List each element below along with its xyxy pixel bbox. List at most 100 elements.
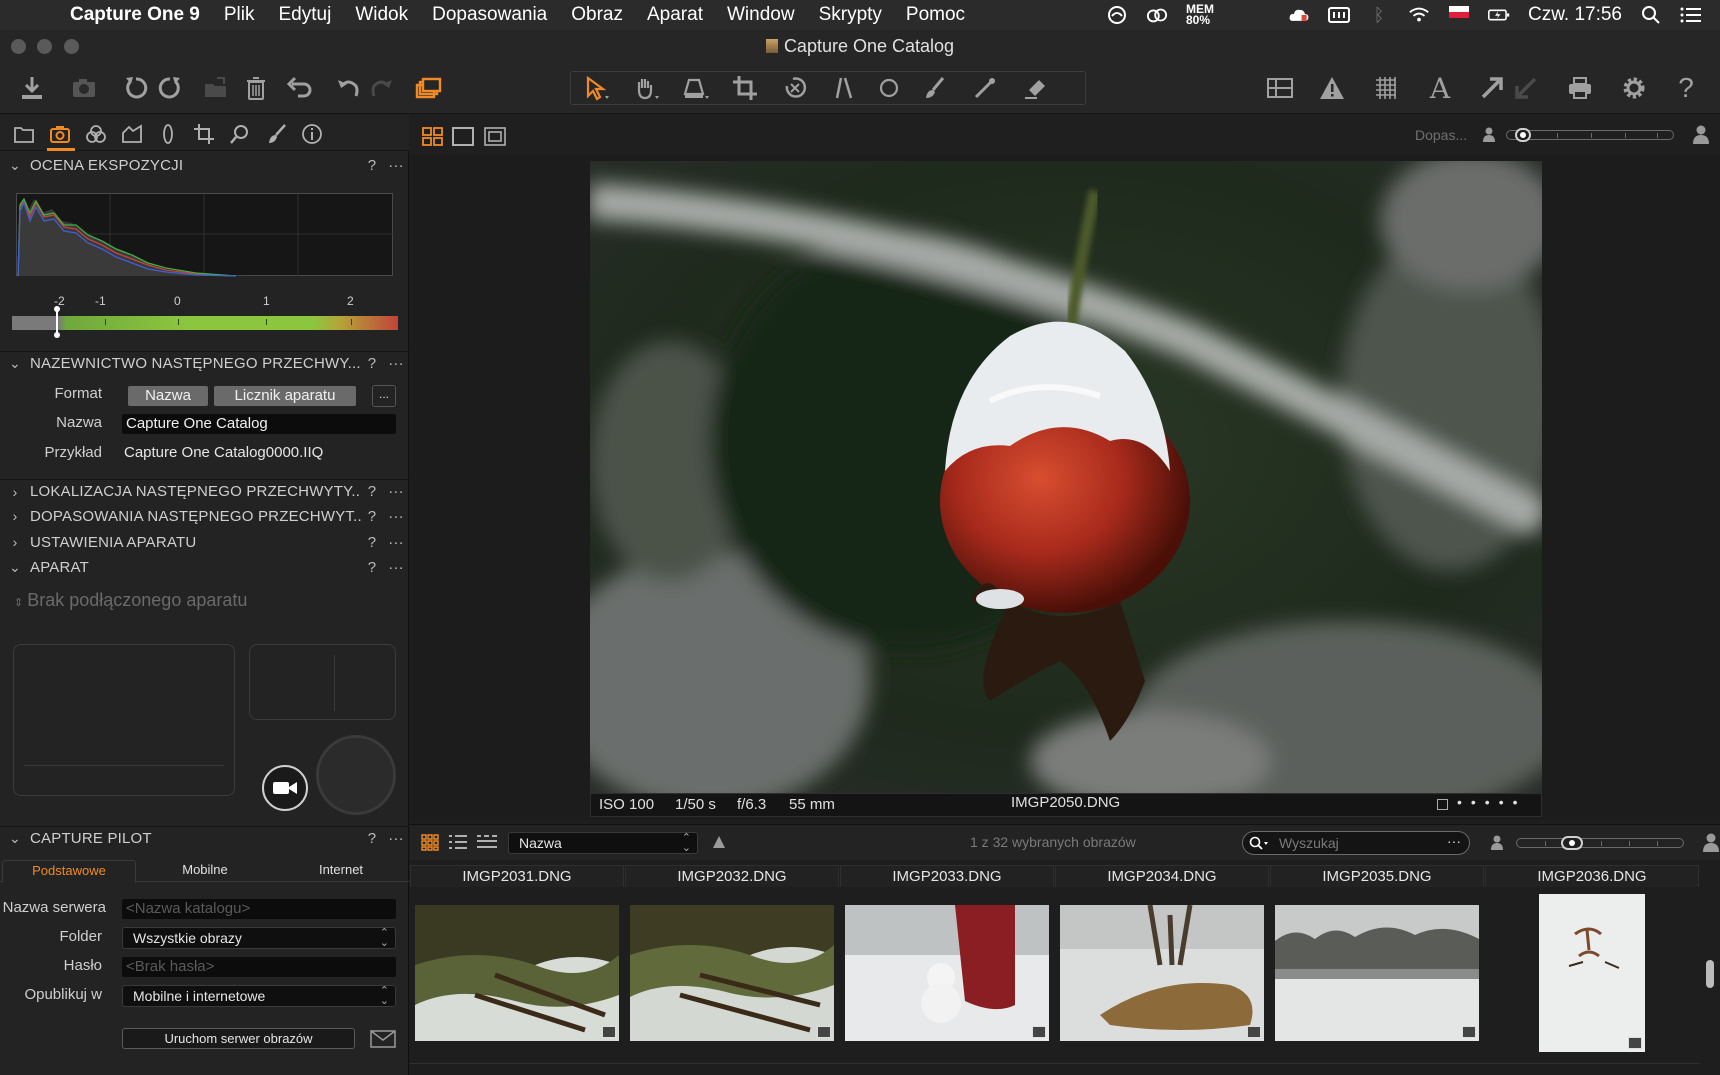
thumbnail-image[interactable] [1539,894,1645,1052]
composition-tab-icon[interactable] [192,122,216,146]
import-icon[interactable] [14,70,50,106]
slider-handle[interactable] [1561,836,1583,850]
sort-direction-icon[interactable] [712,835,726,854]
help-icon[interactable]: ? [361,534,383,551]
library-tab-icon[interactable] [12,122,36,146]
lens-tab-icon[interactable] [156,122,180,146]
help-icon[interactable]: ? [361,355,383,372]
capture-button[interactable] [316,735,396,815]
redo-icon[interactable] [364,70,400,106]
memory-indicator[interactable]: MEM 80% [1186,3,1222,26]
cloud-upload-icon[interactable] [1288,6,1310,24]
bluetooth-icon[interactable]: ᛒ [1368,5,1390,25]
menu-item-pomoc[interactable]: Pomoc [894,4,977,26]
select-checkbox[interactable] [1437,799,1448,810]
publish-select[interactable]: Mobilne i internetowe ⌃ ⌄ [122,985,396,1007]
more-options-icon[interactable]: ··· [383,355,409,372]
capture-pilot-header[interactable]: ⌄ CAPTURE PILOT ? ··· [0,826,409,850]
email-icon[interactable] [370,1030,396,1048]
input-language-flag-icon[interactable] [1448,6,1470,24]
wifi-icon[interactable] [1408,6,1430,24]
more-options-icon[interactable]: ··· [383,157,409,174]
text-icon[interactable]: A [1422,70,1458,106]
export-disabled-icon[interactable] [1508,70,1544,106]
notification-center-icon[interactable] [1680,6,1702,24]
chevron-right-icon[interactable]: › [0,484,30,500]
server-name-input[interactable]: <Nazwa katalogu> [122,899,396,919]
thumbnail-image[interactable] [415,905,619,1041]
main-photo[interactable] [590,161,1542,793]
naming-section-header[interactable]: ⌄ NAZEWNICTWO NASTĘPNEGO PRZECHWY... ? ·… [0,351,409,375]
help-icon[interactable]: ? [361,157,383,174]
search-options-icon[interactable]: ··· [1447,833,1461,849]
menu-app-name[interactable]: Capture One 9 [58,4,212,26]
sort-select[interactable]: Nazwa ⌃ ⌄ [508,832,698,854]
exposure-evaluation-header[interactable]: ⌄ OCENA EKSPOZYCJI ? ··· [0,153,409,177]
thumbnail-view-icon[interactable] [420,833,440,856]
proof-view-icon[interactable] [484,127,506,147]
start-server-button[interactable]: Uruchom serwer obrazów [122,1028,355,1049]
grid-layout-icon[interactable] [422,127,444,147]
filmstrip-view-icon[interactable] [476,833,498,856]
chevron-down-icon[interactable]: ⌄ [0,157,30,174]
loupe-icon[interactable] [677,70,713,106]
folder-select[interactable]: Wszystkie obrazy ⌃ ⌄ [122,927,396,949]
menu-item-obraz[interactable]: Obraz [559,4,635,26]
search-field[interactable]: Wyszukaj ··· [1242,831,1470,855]
more-options-icon[interactable]: ··· [383,534,409,551]
chevron-right-icon[interactable]: › [0,508,30,524]
rating-dots[interactable]: ••••• [1457,794,1527,810]
menubar-clock[interactable]: Czw. 17:56 [1528,4,1622,26]
chevron-down-icon[interactable]: ⌄ [0,830,30,847]
help-icon[interactable]: ? [1668,70,1704,106]
menu-item-skrypty[interactable]: Skrypty [807,4,894,26]
format-more-button[interactable]: ... [372,385,396,407]
thumbnail-size-slider[interactable] [1516,836,1684,850]
trash-icon[interactable] [238,70,274,106]
rotate-left-icon[interactable] [118,70,154,106]
help-icon[interactable]: ? [361,483,383,500]
sync-status-icon[interactable] [1106,6,1128,24]
warning-icon[interactable] [1314,70,1350,106]
more-options-icon[interactable]: ··· [383,830,409,847]
grid-view-icon[interactable] [1262,70,1298,106]
color-tab-icon[interactable] [84,122,108,146]
menu-item-dopasowania[interactable]: Dopasowania [420,4,559,26]
picker-icon[interactable] [967,70,1003,106]
video-mode-button[interactable] [262,765,308,811]
menu-item-window[interactable]: Window [715,4,807,26]
folder-move-icon[interactable] [198,70,234,106]
help-icon[interactable]: ? [361,830,383,847]
variants-icon[interactable] [410,70,446,106]
more-options-icon[interactable]: ··· [383,483,409,500]
help-icon[interactable]: ? [361,508,383,525]
camera-section-header[interactable]: ⌄ APARAT ? ··· [0,555,409,579]
spot-icon[interactable] [871,70,907,106]
settings-icon[interactable] [1616,70,1652,106]
details-tab-icon[interactable] [228,122,252,146]
menu-item-widok[interactable]: Widok [343,4,420,26]
chevron-down-icon[interactable]: ⌄ [0,355,30,372]
rotate-tool-icon[interactable] [777,70,813,106]
keystone-icon[interactable] [827,70,863,106]
password-input[interactable]: <Brak hasła> [122,957,396,977]
camera-settings-header[interactable]: › USTAWIENIA APARATU ? ··· [0,530,409,554]
thumbnail-image[interactable] [1275,905,1479,1041]
more-options-icon[interactable]: ··· [383,559,409,576]
capture-tab-icon[interactable] [48,122,72,146]
crop-icon[interactable] [727,70,763,106]
rotate-right-icon[interactable] [152,70,188,106]
name-input[interactable]: Capture One Catalog [122,414,396,434]
tab-internet[interactable]: Internet [276,860,406,880]
undo-all-icon[interactable] [282,70,318,106]
capture-location-header[interactable]: › LOKALIZACJA NASTĘPNEGO PRZECHWYTY... ?… [0,479,409,503]
menu-item-plik[interactable]: Plik [212,4,267,26]
battery-icon[interactable] [1488,6,1510,24]
print-icon[interactable] [1562,70,1598,106]
format-token-name[interactable]: Nazwa [128,386,208,406]
brush-icon[interactable] [917,70,953,106]
thumbnail-image[interactable] [1060,905,1264,1041]
chevron-down-icon[interactable]: ⌄ [0,559,30,576]
camera-icon[interactable] [66,70,102,106]
next-capture-adjustments-header[interactable]: › DOPASOWANIA NASTĘPNEGO PRZECHWYT... ? … [0,504,409,528]
